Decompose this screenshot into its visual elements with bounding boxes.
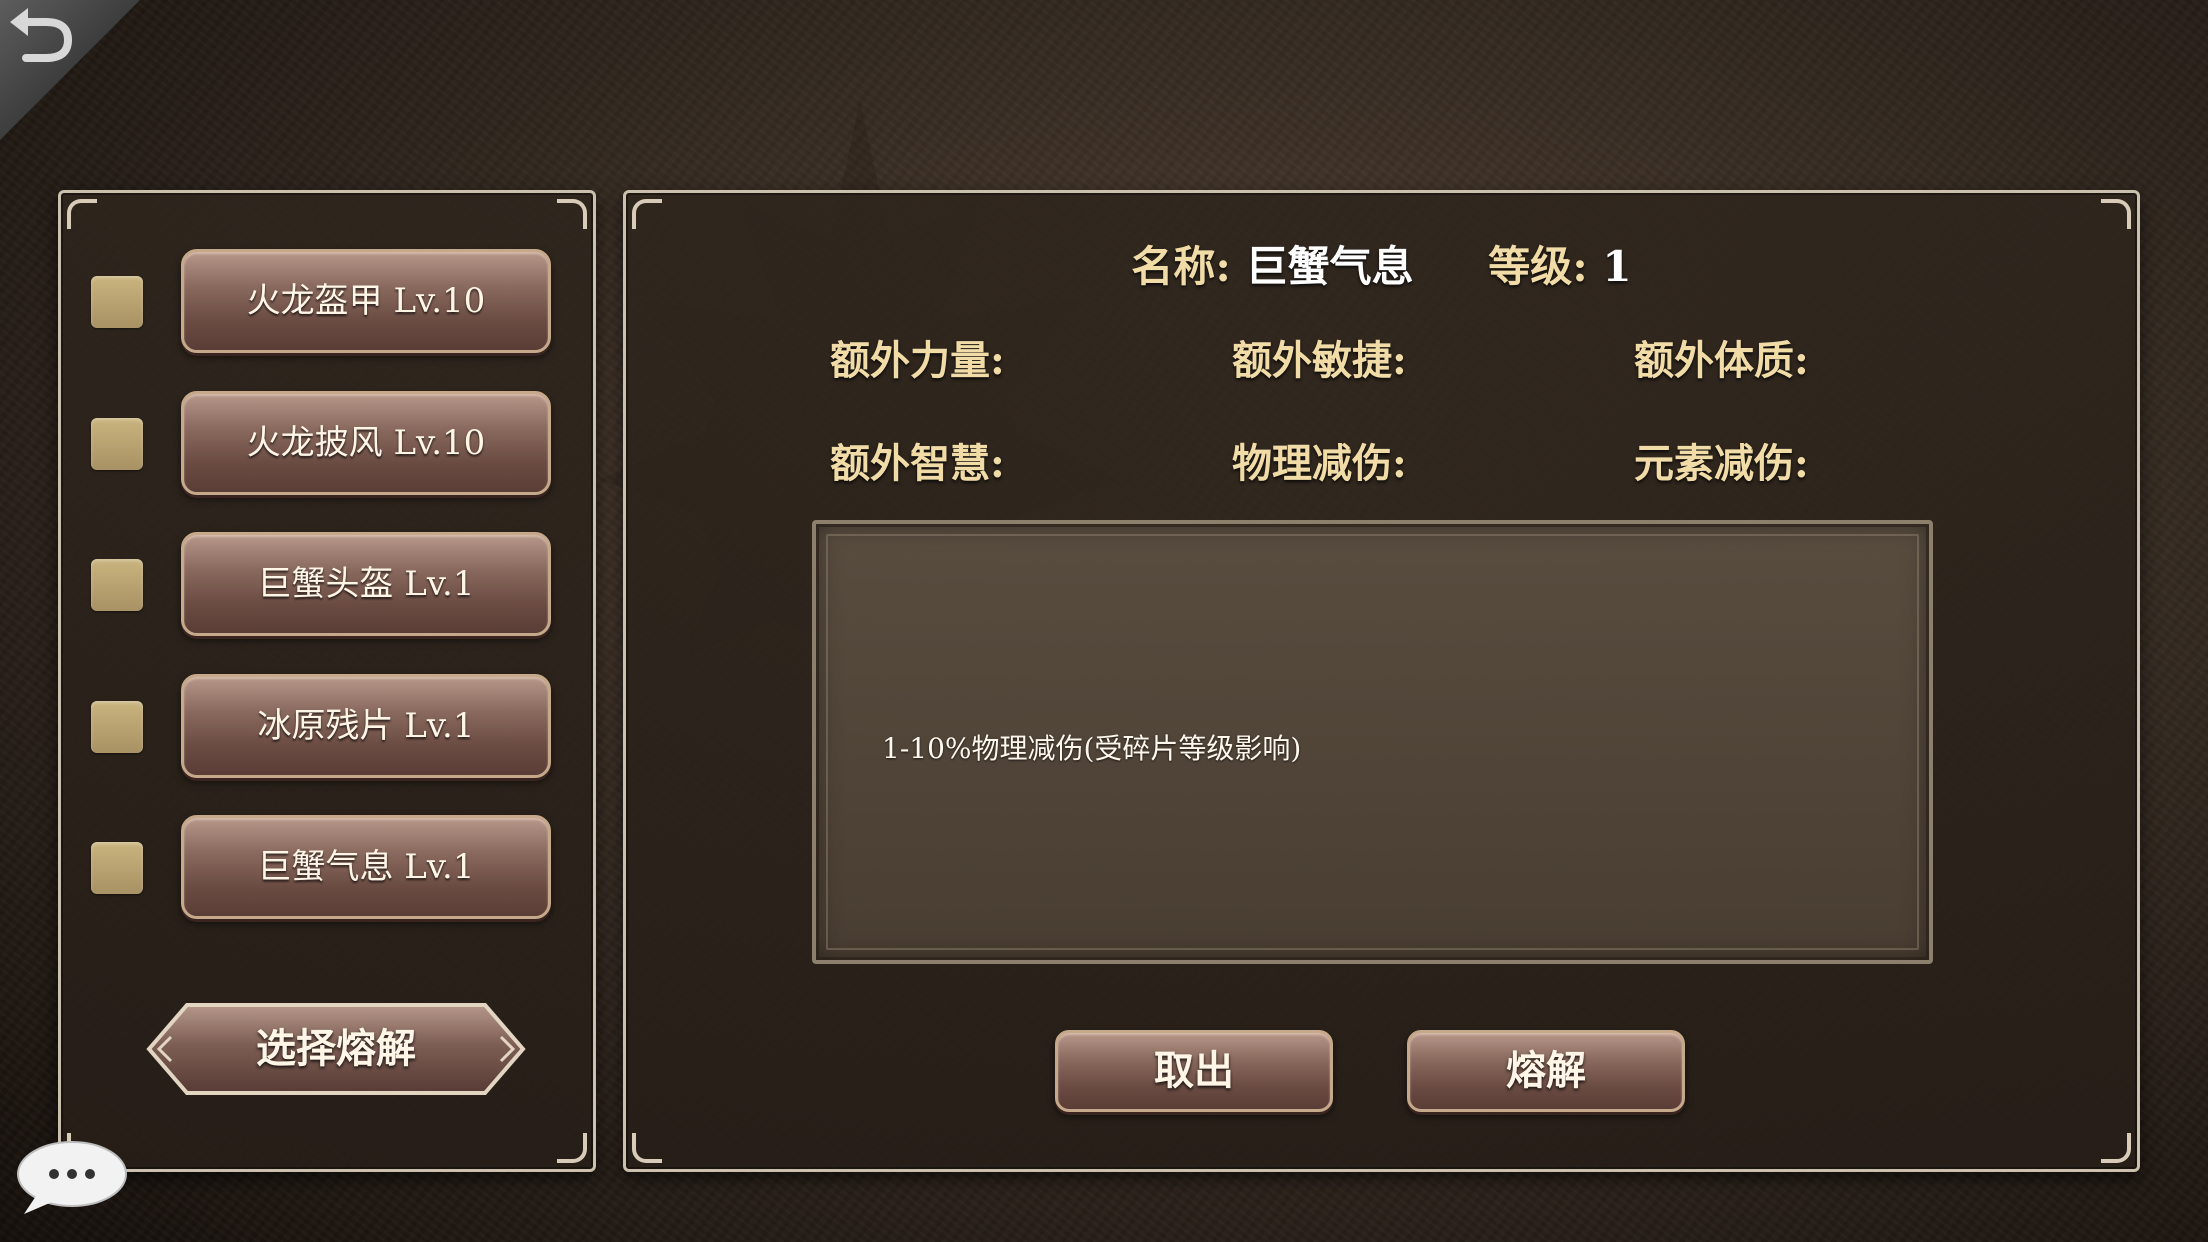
- list-item: 火龙盔甲 Lv.10: [61, 249, 593, 357]
- take-out-button[interactable]: 取出: [1055, 1030, 1333, 1112]
- stat-extra-agility: 额外敏捷:: [1232, 337, 1407, 384]
- description-text: 1-10%物理减伤(受碎片等级影响): [882, 732, 1302, 765]
- stat-physical-reduction: 物理减伤:: [1232, 440, 1407, 487]
- stat-elemental-reduction: 元素减伤:: [1634, 440, 1809, 487]
- select-smelt-button[interactable]: 选择熔解: [141, 1001, 531, 1097]
- panel-corner: [632, 1133, 662, 1163]
- item-name: 巨蟹气息: [1245, 242, 1414, 291]
- stat-extra-strength: 额外力量:: [830, 337, 1005, 384]
- stat-extra-constitution: 额外体质:: [1634, 337, 1809, 384]
- chat-bubble-icon: [17, 1141, 127, 1214]
- item-button[interactable]: 冰原残片 Lv.1: [181, 674, 551, 778]
- list-item: 巨蟹气息 Lv.1: [61, 815, 593, 923]
- item-checkbox[interactable]: [91, 418, 143, 470]
- item-list-panel: 火龙盔甲 Lv.10 火龙披风 Lv.10 巨蟹头盔 Lv.1 冰原残片 Lv.…: [58, 190, 596, 1172]
- panel-corner: [632, 199, 662, 229]
- name-label: 名称:: [1131, 242, 1231, 291]
- panel-corner: [557, 199, 587, 229]
- description-box: 1-10%物理减伤(受碎片等级影响): [812, 520, 1933, 964]
- item-title-line: 名称: 巨蟹气息 等级: 1: [626, 233, 2137, 294]
- list-item: 火龙披风 Lv.10: [61, 391, 593, 499]
- list-item: 冰原残片 Lv.1: [61, 674, 593, 782]
- stat-extra-wisdom: 额外智慧:: [830, 440, 1005, 487]
- panel-corner: [557, 1133, 587, 1163]
- level-label: 等级:: [1488, 242, 1588, 291]
- smelt-button[interactable]: 熔解: [1407, 1030, 1685, 1112]
- list-item: 巨蟹头盔 Lv.1: [61, 532, 593, 640]
- item-checkbox[interactable]: [91, 559, 143, 611]
- back-button[interactable]: [0, 0, 140, 140]
- item-level: 1: [1602, 242, 1632, 291]
- panel-corner: [2101, 199, 2131, 229]
- return-arrow-icon: [10, 8, 73, 62]
- chat-button[interactable]: [12, 1138, 128, 1218]
- item-checkbox[interactable]: [91, 842, 143, 894]
- item-button[interactable]: 火龙盔甲 Lv.10: [181, 249, 551, 353]
- select-smelt-label: 选择熔解: [256, 1025, 416, 1072]
- item-detail-panel: 名称: 巨蟹气息 等级: 1 额外力量: 额外敏捷: 额外体质: 额外智慧: 物…: [623, 190, 2140, 1172]
- item-checkbox[interactable]: [91, 701, 143, 753]
- item-checkbox[interactable]: [91, 276, 143, 328]
- item-button[interactable]: 巨蟹气息 Lv.1: [181, 815, 551, 919]
- item-button[interactable]: 巨蟹头盔 Lv.1: [181, 532, 551, 636]
- panel-corner: [67, 199, 97, 229]
- panel-corner: [2101, 1133, 2131, 1163]
- item-button[interactable]: 火龙披风 Lv.10: [181, 391, 551, 495]
